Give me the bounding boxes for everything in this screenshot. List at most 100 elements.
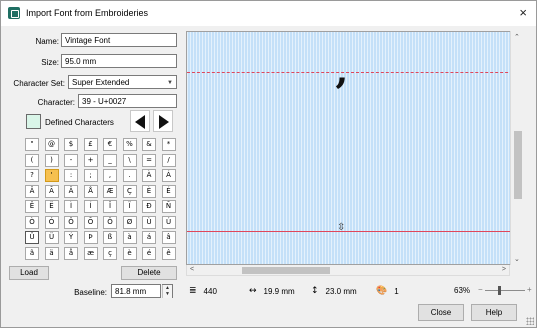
- character-cell[interactable]: Û: [25, 231, 39, 244]
- character-cell[interactable]: $: [64, 138, 78, 151]
- character-cell[interactable]: Ü: [44, 231, 59, 244]
- help-button[interactable]: Help: [471, 304, 517, 321]
- character-cell[interactable]: ß: [103, 231, 117, 244]
- load-button[interactable]: Load: [9, 266, 49, 280]
- close-window-button[interactable]: ×: [519, 5, 527, 20]
- character-cell[interactable]: å: [64, 246, 78, 260]
- character-cell[interactable]: Ó: [44, 215, 59, 229]
- character-cell[interactable]: Ú: [161, 215, 176, 229]
- character-cell[interactable]: €: [103, 138, 117, 151]
- character-cell[interactable]: ): [44, 153, 59, 167]
- character-cell[interactable]: @: [44, 138, 59, 151]
- character-cell[interactable]: Å: [83, 184, 98, 198]
- scroll-right-icon[interactable]: >: [502, 266, 506, 273]
- character-cell[interactable]: á: [142, 231, 156, 244]
- character-cell[interactable]: Ç: [122, 184, 137, 198]
- baseline-input[interactable]: 81.8 mm: [111, 284, 161, 298]
- zoom-slider-thumb[interactable]: [498, 286, 501, 295]
- character-cell[interactable]: Ì: [64, 200, 78, 213]
- character-cell[interactable]: è: [122, 246, 137, 260]
- character-cell[interactable]: Ý: [64, 231, 78, 244]
- stitch-count: ≣ 440: [189, 286, 217, 296]
- character-cell[interactable]: Ô: [64, 215, 78, 229]
- character-cell[interactable]: =: [142, 153, 156, 167]
- character-cell[interactable]: *: [161, 138, 176, 151]
- color-count-value: 1: [394, 286, 399, 296]
- character-cell[interactable]: Ñ: [161, 200, 176, 213]
- character-cell[interactable]: Æ: [103, 184, 117, 198]
- vertical-scroll-thumb[interactable]: [514, 131, 522, 199]
- character-cell[interactable]: ,: [103, 169, 117, 182]
- close-button[interactable]: Close: [418, 304, 464, 321]
- character-cell[interactable]: È: [142, 184, 156, 198]
- character-cell[interactable]: Ã: [44, 184, 59, 198]
- scroll-down-icon[interactable]: ⌄: [514, 255, 520, 263]
- width-value: 19.9 mm: [263, 286, 295, 296]
- character-cell[interactable]: _: [103, 153, 117, 167]
- character-cell[interactable]: Ð: [142, 200, 156, 213]
- character-cell[interactable]: \: [122, 153, 137, 167]
- character-cell[interactable]: (: [25, 153, 39, 167]
- character-cell[interactable]: Ø: [122, 215, 137, 229]
- character-cell[interactable]: Ë: [44, 200, 59, 213]
- resize-grip[interactable]: [526, 317, 534, 325]
- horizontal-scroll-thumb[interactable]: [242, 267, 330, 274]
- character-cell[interactable]: à: [122, 231, 137, 244]
- character-cell[interactable]: %: [122, 138, 137, 151]
- vertical-scrollbar[interactable]: ⌃ ⌄: [510, 31, 524, 265]
- character-cell[interactable]: ã: [25, 246, 39, 260]
- scroll-up-icon[interactable]: ⌃: [514, 33, 520, 41]
- horizontal-scrollbar[interactable]: < >: [186, 265, 510, 276]
- character-cell[interactable]: .: [122, 169, 137, 182]
- zoom-in-icon[interactable]: +: [527, 285, 532, 294]
- baseline-label: Baseline:: [74, 288, 107, 297]
- glyph-preview-canvas[interactable]: ’ ⇳: [186, 31, 524, 265]
- next-character-button[interactable]: [153, 110, 173, 132]
- character-cell[interactable]: Ä: [64, 184, 78, 198]
- character-cell[interactable]: Þ: [83, 231, 98, 244]
- character-cell[interactable]: Í: [83, 200, 98, 213]
- character-cell[interactable]: ": [25, 138, 39, 151]
- zoom-slider[interactable]: [485, 286, 525, 295]
- character-cell[interactable]: À: [142, 169, 156, 182]
- character-cell[interactable]: ê: [161, 246, 176, 260]
- charset-select[interactable]: Super Extended ▼: [68, 75, 177, 89]
- previous-character-button[interactable]: [130, 110, 150, 132]
- character-cell[interactable]: Á: [161, 169, 176, 182]
- character-cell[interactable]: Â: [25, 184, 39, 198]
- character-cell[interactable]: É: [161, 184, 176, 198]
- window-title: Import Font from Embroideries: [26, 8, 149, 18]
- title-bar: Import Font from Embroideries ×: [1, 1, 536, 26]
- spin-down-icon[interactable]: ▼: [162, 291, 172, 298]
- size-input[interactable]: 95.0 mm: [61, 54, 177, 68]
- name-input[interactable]: Vintage Font: [61, 33, 177, 47]
- scroll-left-icon[interactable]: <: [190, 266, 194, 273]
- baseline-spinner[interactable]: ▲ ▼: [162, 284, 173, 298]
- character-cell[interactable]: Ù: [142, 215, 156, 229]
- character-cell[interactable]: â: [161, 231, 176, 244]
- character-cell[interactable]: æ: [83, 246, 98, 260]
- delete-button[interactable]: Delete: [121, 266, 177, 280]
- character-cell[interactable]: Ê: [25, 200, 39, 213]
- character-cell[interactable]: ;: [83, 169, 98, 182]
- character-cell[interactable]: Î: [103, 200, 117, 213]
- character-cell[interactable]: £: [83, 138, 98, 151]
- stitches-icon: ≣: [189, 286, 197, 296]
- baseline-guide-line[interactable]: [187, 231, 523, 232]
- character-cell[interactable]: &: [142, 138, 156, 151]
- character-cell[interactable]: :: [64, 169, 78, 182]
- character-cell[interactable]: Õ: [83, 215, 98, 229]
- character-cell[interactable]: ä: [44, 246, 59, 260]
- character-cell[interactable]: ': [44, 169, 59, 182]
- zoom-out-icon[interactable]: −: [478, 285, 483, 294]
- character-cell[interactable]: Ò: [25, 215, 39, 229]
- character-cell[interactable]: +: [83, 153, 98, 167]
- character-cell[interactable]: /: [161, 153, 176, 167]
- character-cell[interactable]: ?: [25, 169, 39, 182]
- character-cell[interactable]: -: [64, 153, 78, 167]
- character-cell[interactable]: ç: [103, 246, 117, 260]
- character-cell[interactable]: é: [142, 246, 156, 260]
- resize-cursor-icon: ⇳: [337, 222, 346, 233]
- character-cell[interactable]: Ï: [122, 200, 137, 213]
- character-cell[interactable]: Ö: [103, 215, 117, 229]
